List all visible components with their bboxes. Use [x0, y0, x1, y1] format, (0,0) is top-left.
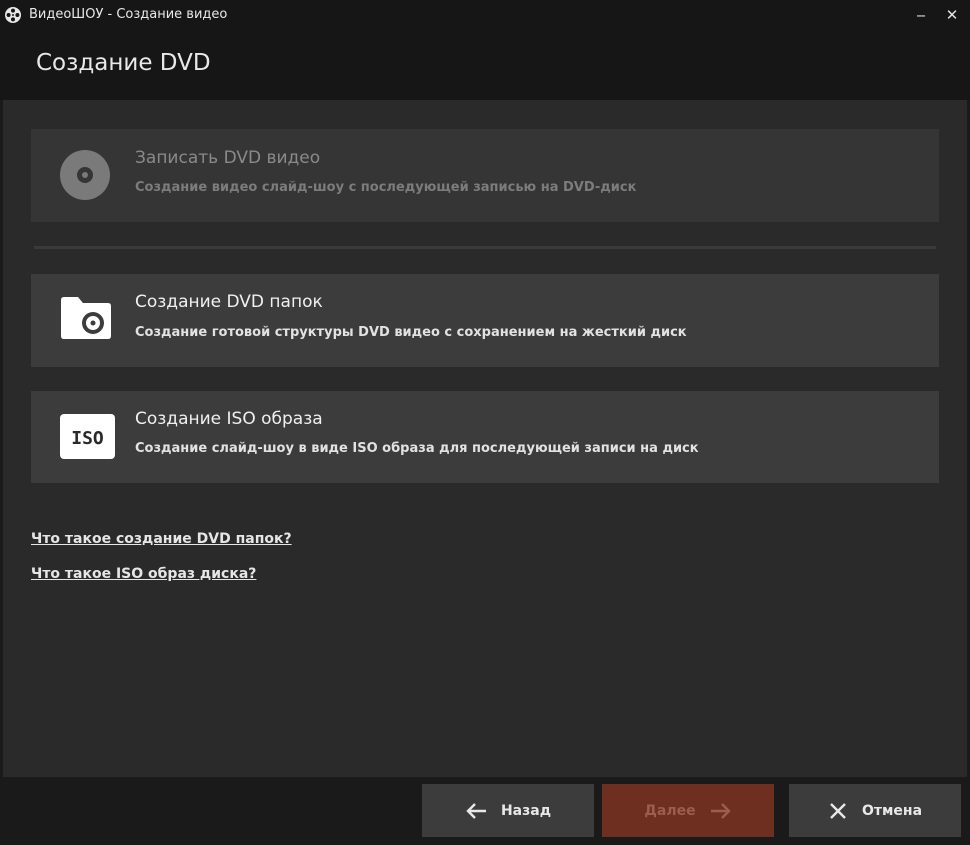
- arrow-left-icon: [466, 802, 486, 819]
- film-reel-icon: [5, 7, 21, 23]
- next-button[interactable]: Далее: [602, 784, 774, 837]
- close-x-icon: [830, 802, 846, 819]
- help-link-iso-image[interactable]: Что такое ISO образ диска?: [31, 566, 256, 582]
- minimize-icon: ‒: [916, 6, 926, 24]
- disc-icon: [60, 150, 110, 200]
- back-button-label: Назад: [500, 802, 552, 819]
- folder-disc-icon: [61, 297, 111, 339]
- minimize-button[interactable]: ‒: [906, 0, 936, 30]
- divider: [34, 246, 936, 249]
- back-button[interactable]: Назад: [422, 784, 594, 837]
- option-title: Создание ISO образа: [135, 409, 323, 429]
- close-button[interactable]: ✕: [937, 0, 967, 30]
- option-description: Создание видео слайд-шоу с последующей з…: [135, 180, 637, 195]
- iso-icon: ISO: [60, 414, 115, 459]
- help-link-dvd-folders[interactable]: Что такое создание DVD папок?: [31, 531, 292, 547]
- iso-icon-text: ISO: [71, 428, 104, 449]
- page-title: Создание DVD: [36, 50, 211, 76]
- page-header: Создание DVD: [0, 30, 970, 100]
- title-bar: ВидеоШОУ - Создание видео ‒ ✕: [0, 0, 970, 30]
- main-content: Записать DVD видео Создание видео слайд-…: [3, 100, 967, 777]
- option-description: Создание готовой структуры DVD видео с с…: [135, 325, 687, 340]
- option-title: Записать DVD видео: [135, 148, 321, 168]
- option-description: Создание слайд-шоу в виде ISO образа для…: [135, 441, 699, 456]
- option-burn-dvd[interactable]: Записать DVD видео Создание видео слайд-…: [31, 129, 939, 222]
- option-iso-image[interactable]: ISO Создание ISO образа Создание слайд-ш…: [31, 391, 939, 483]
- window-title: ВидеоШОУ - Создание видео: [29, 7, 228, 22]
- arrow-right-icon: [710, 802, 731, 819]
- footer-bar: Назад Далее Отмена: [0, 777, 970, 845]
- next-button-label: Далее: [644, 802, 696, 819]
- close-icon: ✕: [945, 6, 959, 24]
- option-title: Создание DVD папок: [135, 292, 323, 312]
- cancel-button[interactable]: Отмена: [789, 784, 961, 837]
- option-dvd-folders[interactable]: Создание DVD папок Создание готовой стру…: [31, 274, 939, 367]
- cancel-button-label: Отмена: [861, 802, 923, 819]
